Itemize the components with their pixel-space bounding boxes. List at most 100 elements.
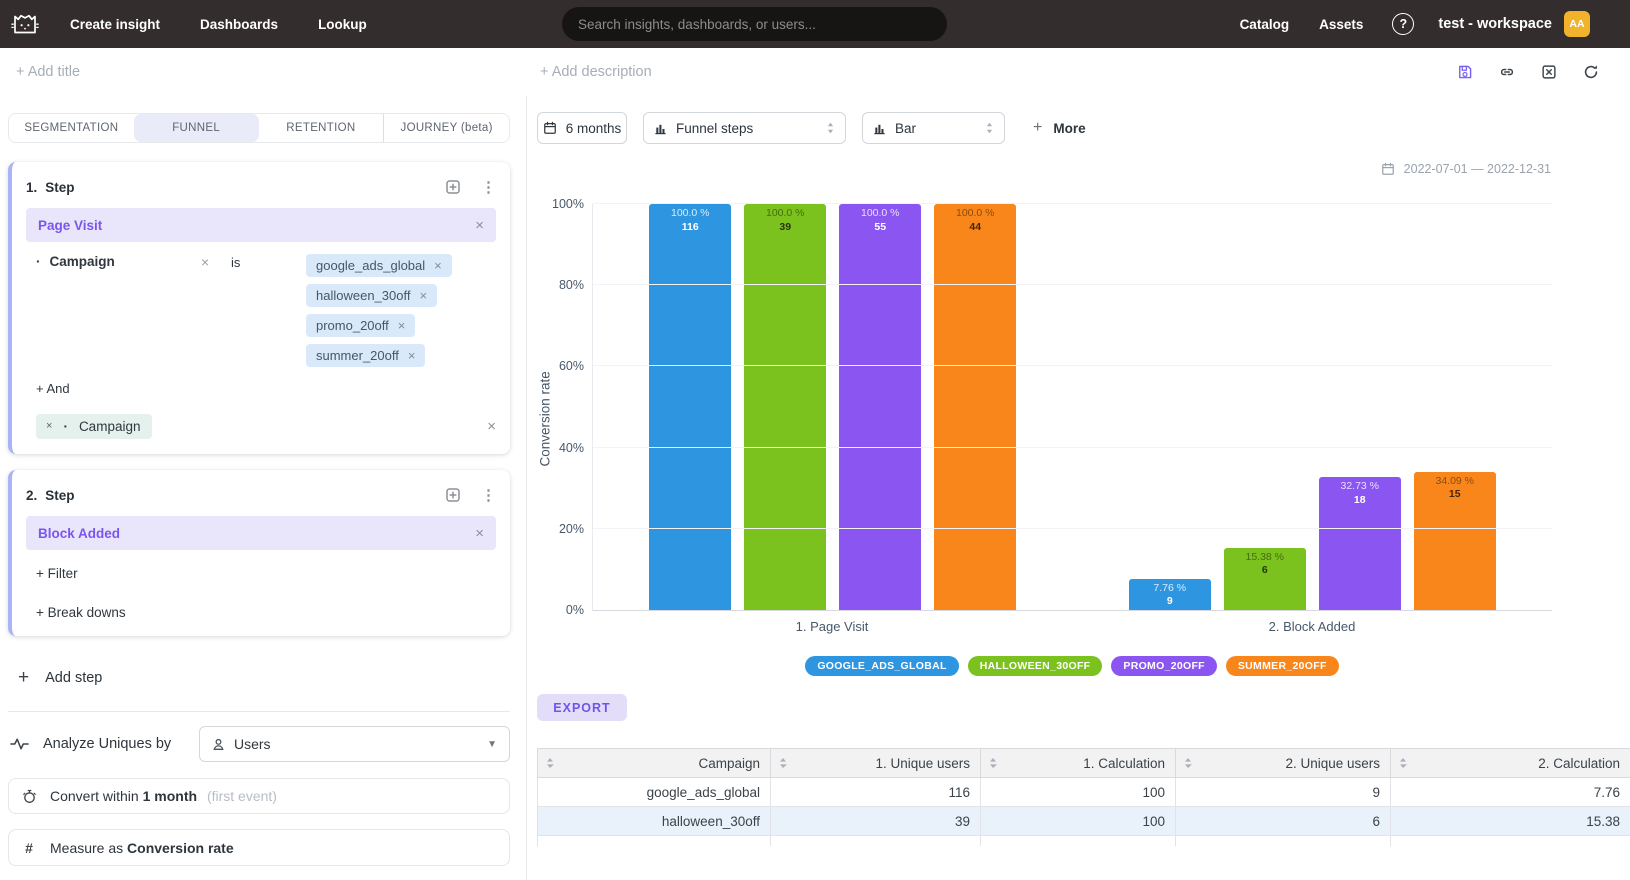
global-search-input[interactable]	[562, 7, 947, 41]
sort-icon[interactable]	[989, 757, 997, 769]
event-name[interactable]: Page Visit	[38, 218, 102, 233]
table-row-halloween-30off: halloween_30off39100615.38	[538, 807, 1630, 836]
add-breakdown-button[interactable]: + Break downs	[26, 605, 496, 620]
duplicate-step-icon[interactable]	[445, 179, 461, 195]
column-header-2-calculation[interactable]: 2. Calculation	[1391, 749, 1630, 778]
filter-value-label: promo_20off	[316, 318, 389, 333]
column-header-1-unique-users[interactable]: 1. Unique users	[771, 749, 981, 778]
measure-as-setting[interactable]: # Measure as Conversion rate	[8, 829, 510, 866]
legend-pill-google-ads-global[interactable]: GOOGLE_ADS_GLOBAL	[805, 656, 958, 676]
sort-icon[interactable]	[1184, 757, 1192, 769]
add-title-button[interactable]: + Add title	[16, 64, 80, 80]
table-cell: 100	[981, 807, 1176, 836]
remove-event-icon[interactable]: ×	[475, 218, 484, 233]
refresh-icon[interactable]	[1582, 63, 1600, 81]
remove-value-icon[interactable]: ×	[398, 318, 406, 333]
funnel-bar-chart: Conversion rate 100.0 %116100.0 %39100.0…	[592, 204, 1552, 676]
legend-pill-promo-20off[interactable]: PROMO_20OFF	[1111, 656, 1216, 676]
help-icon[interactable]: ?	[1392, 13, 1414, 35]
bar-value-label: 100.0 %55	[839, 207, 921, 234]
bar-halloween-30off-2-block-added[interactable]: 15.38 %6	[1224, 548, 1306, 610]
clear-breakdown-icon[interactable]: ×	[487, 419, 496, 434]
filter-property[interactable]: · Campaign	[36, 254, 201, 269]
tab-retention[interactable]: RETENTION	[259, 114, 384, 142]
close-box-icon[interactable]	[1540, 63, 1558, 81]
filter-value-label: summer_20off	[316, 348, 399, 363]
top-navbar: Create insight Dashboards Lookup Catalog…	[0, 0, 1630, 48]
plus-icon: +	[1033, 120, 1042, 136]
toolbar-actions	[1456, 63, 1630, 81]
up-down-chevrons-icon	[826, 121, 835, 135]
plus-icon: +	[18, 668, 29, 687]
nav-create-insight[interactable]: Create insight	[50, 17, 180, 32]
app-logo-cat-icon[interactable]	[10, 11, 40, 37]
nav-dashboards[interactable]: Dashboards	[180, 17, 298, 32]
y-axis-tick-label: 0%	[566, 603, 584, 617]
y-axis-tick-label: 80%	[559, 278, 584, 292]
bar-halloween-30off-1-page-visit[interactable]: 100.0 %39	[744, 204, 826, 610]
bar-google-ads-global-1-page-visit[interactable]: 100.0 %116	[649, 204, 731, 610]
step-menu-icon[interactable]: ⋮	[481, 486, 496, 504]
bar-count: 6	[1224, 564, 1306, 578]
nav-assets[interactable]: Assets	[1304, 17, 1378, 32]
bar-promo-20off-1-page-visit[interactable]: 100.0 %55	[839, 204, 921, 610]
save-icon[interactable]	[1456, 63, 1474, 81]
sort-icon[interactable]	[546, 757, 554, 769]
column-header-2-unique-users[interactable]: 2. Unique users	[1176, 749, 1391, 778]
bar-google-ads-global-2-block-added[interactable]: 7.76 %9	[1129, 579, 1211, 611]
subject-select[interactable]: Users ▼	[199, 726, 510, 762]
bar-summer-20off-2-block-added[interactable]: 34.09 %15	[1414, 472, 1496, 610]
add-filter-button[interactable]: + Filter	[26, 566, 496, 581]
remove-breakdown-icon[interactable]: ×	[46, 420, 52, 432]
remove-value-icon[interactable]: ×	[419, 288, 427, 303]
chevron-down-icon: ▼	[487, 739, 497, 750]
remove-value-icon[interactable]: ×	[434, 258, 442, 273]
workspace-name[interactable]: test - workspace	[1438, 16, 1552, 32]
legend-pill-summer-20off[interactable]: SUMMER_20OFF	[1226, 656, 1339, 676]
date-range-button[interactable]: 6 months	[537, 112, 627, 144]
convert-within-text: Convert within 1 month (first event)	[50, 788, 277, 804]
remove-filter-icon[interactable]: ×	[201, 254, 231, 270]
bar-group-2-block-added: 7.76 %9 15.38 %632.73 %1834.09 %15	[1129, 204, 1496, 610]
column-header-campaign[interactable]: Campaign	[538, 749, 771, 778]
tab-funnel[interactable]: FUNNEL	[134, 114, 259, 142]
export-button[interactable]: EXPORT	[537, 694, 627, 721]
filter-value-chip-halloween-30off[interactable]: halloween_30off ×	[306, 284, 437, 307]
view-mode-select[interactable]: Funnel steps	[643, 112, 846, 144]
step-menu-icon[interactable]: ⋮	[481, 178, 496, 196]
column-header-1-calculation[interactable]: 1. Calculation	[981, 749, 1176, 778]
add-and-condition-button[interactable]: + And	[26, 381, 496, 396]
sort-icon[interactable]	[779, 757, 787, 769]
step-1-event-row[interactable]: Page Visit ×	[26, 208, 496, 242]
event-name[interactable]: Block Added	[38, 526, 120, 541]
tab-journey-beta[interactable]: JOURNEY (beta)	[383, 114, 509, 142]
remove-event-icon[interactable]: ×	[475, 526, 484, 541]
filter-value-label: google_ads_global	[316, 258, 425, 273]
chart-type-select[interactable]: Bar	[862, 112, 1005, 144]
filter-value-label: halloween_30off	[316, 288, 410, 303]
tab-segmentation[interactable]: SEGMENTATION	[9, 114, 134, 142]
gridline	[593, 203, 1552, 204]
copy-link-icon[interactable]	[1498, 63, 1516, 81]
duplicate-step-icon[interactable]	[445, 487, 461, 503]
nav-catalog[interactable]: Catalog	[1225, 17, 1305, 32]
remove-value-icon[interactable]: ×	[408, 348, 416, 363]
bar-summer-20off-1-page-visit[interactable]: 100.0 %44	[934, 204, 1016, 610]
chart-controls: 6 months Funnel steps	[537, 112, 1630, 144]
filter-operator[interactable]: is	[231, 254, 306, 270]
add-description-button[interactable]: + Add description	[540, 64, 652, 80]
sort-icon[interactable]	[1399, 757, 1407, 769]
bar-percent: 100.0 %	[671, 207, 710, 219]
nav-lookup[interactable]: Lookup	[298, 17, 387, 32]
more-options-button[interactable]: + More	[1033, 120, 1086, 136]
add-step-button[interactable]: + Add step	[8, 668, 510, 687]
convert-within-setting[interactable]: Convert within 1 month (first event)	[8, 778, 510, 814]
filter-value-chip-promo-20off[interactable]: promo_20off ×	[306, 314, 415, 337]
breakdown-chip[interactable]: × · Campaign	[36, 414, 152, 439]
filter-value-chip-google-ads-global[interactable]: google_ads_global ×	[306, 254, 452, 277]
filter-value-chip-summer-20off[interactable]: summer_20off ×	[306, 344, 425, 367]
user-avatar[interactable]: AA	[1564, 11, 1590, 37]
legend-pill-halloween-30off[interactable]: HALLOWEEN_30OFF	[968, 656, 1103, 676]
bar-promo-20off-2-block-added[interactable]: 32.73 %18	[1319, 477, 1401, 610]
step-2-event-row[interactable]: Block Added ×	[26, 516, 496, 550]
